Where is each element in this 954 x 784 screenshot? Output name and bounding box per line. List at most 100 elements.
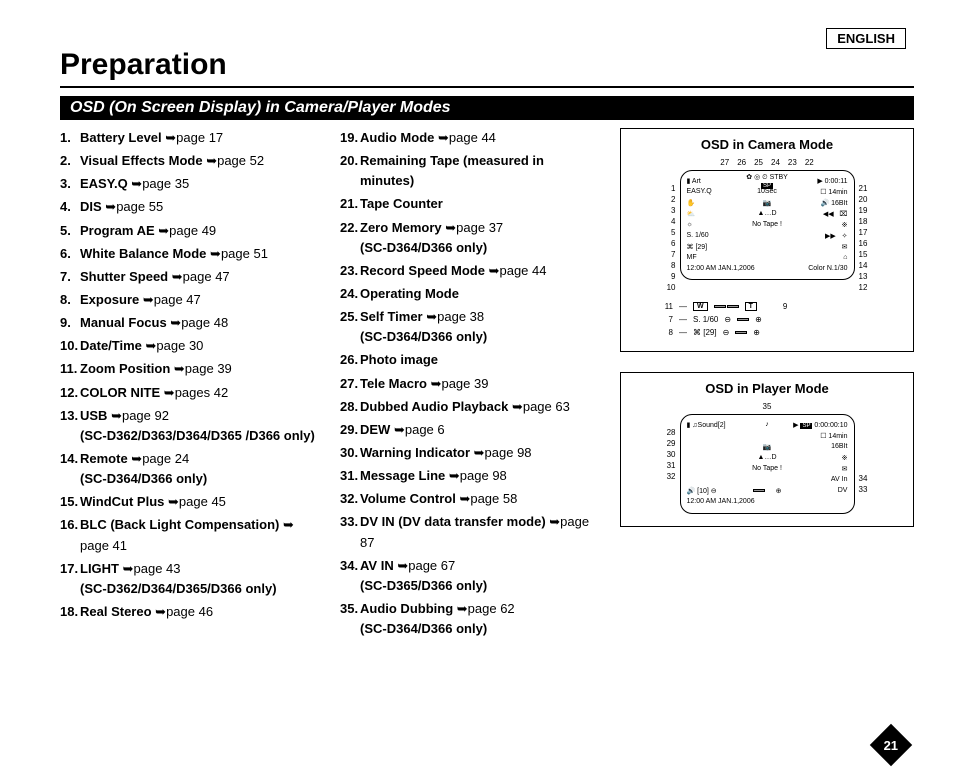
diagrams-column: OSD in Camera Mode 272625242322 12345678… xyxy=(620,128,914,642)
callout-29: 29 xyxy=(667,439,676,450)
callout-1: 1 xyxy=(667,184,676,195)
player-left-callouts: 2829303132 xyxy=(667,414,676,483)
callout-8: 8 xyxy=(659,328,673,337)
camera-mf: MF xyxy=(687,254,742,261)
osd-item: 11.Zoom Position ➥page 39 xyxy=(60,359,320,379)
osd-item: 6.White Balance Mode ➥page 51 xyxy=(60,244,320,264)
camera-audio: 16BIt xyxy=(831,200,847,207)
osd-item: 24.Operating Mode xyxy=(340,284,600,304)
osd-item: 21.Tape Counter xyxy=(340,194,600,214)
player-right-callouts: 3433 xyxy=(859,414,868,496)
callout-4: 4 xyxy=(667,217,676,228)
osd-item: 7.Shutter Speed ➥page 47 xyxy=(60,267,320,287)
callout-28: 28 xyxy=(667,428,676,439)
callout-20: 20 xyxy=(859,195,868,206)
osd-item: 2.Visual Effects Mode ➥page 52 xyxy=(60,151,320,171)
diagram-player-title: OSD in Player Mode xyxy=(629,381,905,396)
callout-27: 27 xyxy=(720,158,729,169)
player-counter: 0:00:00:10 xyxy=(814,422,847,429)
osd-item: 20.Remaining Tape (measured in minutes) xyxy=(340,151,600,191)
osd-item: 34.AV IN ➥page 67(SC-D365/D366 only) xyxy=(340,556,600,596)
callout-3: 3 xyxy=(667,206,676,217)
osd-item: 28.Dubbed Audio Playback ➥page 63 xyxy=(340,397,600,417)
language-box: ENGLISH xyxy=(826,28,906,49)
callout-26: 26 xyxy=(737,158,746,169)
diagram-player-mode: OSD in Player Mode 35 2829303132 ▮ ♫Soun… xyxy=(620,372,914,527)
callout-34: 34 xyxy=(859,474,868,485)
camera-easyq: EASY.Q xyxy=(687,188,742,195)
camera-sub-callouts: 11—WT9 7—S. 1/60⊖⊕ 8—⌘ [29]⊖⊕ xyxy=(629,300,905,339)
callout-7: 7 xyxy=(659,315,673,324)
camera-dew: …D xyxy=(764,210,776,217)
callout-31: 31 xyxy=(667,461,676,472)
player-sp: SP xyxy=(800,423,812,429)
camera-datetime: 12:00 AM JAN.1,2006 xyxy=(687,265,787,272)
osd-item: 22.Zero Memory ➥page 37(SC-D364/D366 onl… xyxy=(340,218,600,258)
player-datetime: 12:00 AM JAN.1,2006 xyxy=(687,498,807,505)
callout-30: 30 xyxy=(667,450,676,461)
diagram-camera-mode: OSD in Camera Mode 272625242322 12345678… xyxy=(620,128,914,352)
callout-33: 33 xyxy=(859,485,868,496)
osd-item: 17.LIGHT ➥page 43(SC-D362/D364/D365/D366… xyxy=(60,559,320,599)
callout-14: 14 xyxy=(859,261,868,272)
osd-list-col1: 1.Battery Level ➥page 17 2.Visual Effects… xyxy=(60,128,320,642)
section-header: OSD (On Screen Display) in Camera/Player… xyxy=(60,96,914,120)
camera-art: Art xyxy=(692,178,701,185)
player-screen: ▮ ♫Sound[2]♪▶ SP 0:00:00:10 ☐ 14min 📷16B… xyxy=(680,414,855,514)
callout-9: 9 xyxy=(783,302,787,311)
camera-notape: No Tape ! xyxy=(742,221,793,228)
osd-item: 1.Battery Level ➥page 17 xyxy=(60,128,320,148)
osd-item: 33.DV IN (DV data transfer mode) ➥page 8… xyxy=(340,512,600,552)
callout-22: 22 xyxy=(805,158,814,169)
player-vol: [10] xyxy=(697,488,709,495)
osd-item: 19.Audio Mode ➥page 44 xyxy=(340,128,600,148)
osd-item: 27.Tele Macro ➥page 39 xyxy=(340,374,600,394)
player-dew: …D xyxy=(764,454,776,461)
player-remain: 14min xyxy=(828,433,847,440)
osd-item: 25.Self Timer ➥page 38(SC-D364/D366 only… xyxy=(340,307,600,347)
callout-5: 5 xyxy=(667,228,676,239)
player-audio: 16BIt xyxy=(793,443,848,450)
page-title: Preparation xyxy=(60,48,914,88)
camera-left-callouts: 12345678910 xyxy=(667,170,676,294)
page-number: 21 xyxy=(884,738,898,753)
callout-18: 18 xyxy=(859,217,868,228)
sub-shutter: S. 1/60 xyxy=(693,315,718,324)
camera-stby: STBY xyxy=(770,174,788,181)
manual-page: ENGLISH Preparation OSD (On Screen Displ… xyxy=(0,0,954,784)
callout-13: 13 xyxy=(859,272,868,283)
callout-21: 21 xyxy=(859,184,868,195)
camera-right-callouts: 21201918171615141312 xyxy=(859,170,868,294)
callout-19: 19 xyxy=(859,206,868,217)
osd-item: 32.Volume Control ➥page 58 xyxy=(340,489,600,509)
callout-25: 25 xyxy=(754,158,763,169)
camera-remain: 14min xyxy=(828,189,847,196)
content-row: 1.Battery Level ➥page 17 2.Visual Effects… xyxy=(60,128,914,642)
osd-item: 23.Record Speed Mode ➥page 44 xyxy=(340,261,600,281)
callout-16: 16 xyxy=(859,239,868,250)
callout-32: 32 xyxy=(667,472,676,483)
camera-top-callouts: 272625242322 xyxy=(629,158,905,169)
callout-8: 8 xyxy=(667,261,676,272)
callout-7: 7 xyxy=(667,250,676,261)
callout-15: 15 xyxy=(859,250,868,261)
callout-11: 11 xyxy=(659,302,673,311)
player-notape: No Tape ! xyxy=(742,465,793,472)
osd-item: 5.Program AE ➥page 49 xyxy=(60,221,320,241)
callout-17: 17 xyxy=(859,228,868,239)
osd-item: 16.BLC (Back Light Compensation) ➥page 4… xyxy=(60,515,320,555)
callout-9: 9 xyxy=(667,272,676,283)
osd-item: 3.EASY.Q ➥page 35 xyxy=(60,174,320,194)
callout-24: 24 xyxy=(771,158,780,169)
osd-item: 35.Audio Dubbing ➥page 62(SC-D364/D366 o… xyxy=(340,599,600,639)
osd-item: 29.DEW ➥page 6 xyxy=(340,420,600,440)
osd-item: 31.Message Line ➥page 98 xyxy=(340,466,600,486)
osd-item: 9.Manual Focus ➥page 48 xyxy=(60,313,320,333)
osd-item: 14.Remote ➥page 24(SC-D364/D366 only) xyxy=(60,449,320,489)
camera-colornite: Color N.1/30 xyxy=(793,265,848,272)
callout-35: 35 xyxy=(763,402,772,413)
player-sound: Sound[2] xyxy=(698,422,726,429)
osd-item: 8.Exposure ➥page 47 xyxy=(60,290,320,310)
osd-item: 18.Real Stereo ➥page 46 xyxy=(60,602,320,622)
osd-item: 10.Date/Time ➥page 30 xyxy=(60,336,320,356)
